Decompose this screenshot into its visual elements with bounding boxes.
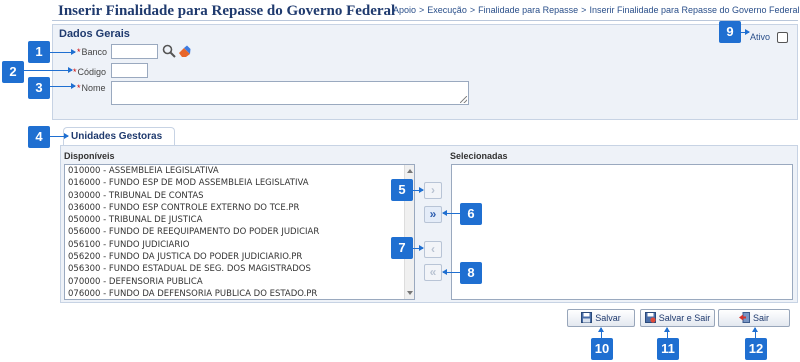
callout-marker-9: 9	[719, 21, 741, 43]
exit-door-icon	[738, 312, 750, 323]
breadcrumb-separator: >	[581, 5, 587, 15]
eraser-icon[interactable]	[178, 45, 191, 58]
scroll-up-icon[interactable]	[407, 169, 413, 173]
list-item[interactable]: 056100 - FUNDO JUDICIARIO	[65, 239, 414, 251]
list-item[interactable]: 030000 - TRIBUNAL DE CONTAS	[65, 190, 414, 202]
callout-marker-1: 1	[28, 41, 50, 63]
list-item[interactable]: 010000 - ASSEMBLEIA LEGISLATIVA	[65, 165, 414, 177]
disponiveis-header: Disponíveis	[64, 151, 115, 161]
selecionadas-header: Selecionadas	[450, 151, 508, 161]
breadcrumb-separator: >	[419, 5, 425, 15]
dados-gerais-panel: Dados Gerais *Banco *Código *Nome Ativo	[52, 24, 798, 120]
disponiveis-items: 010000 - ASSEMBLEIA LEGISLATIVA 016000 - …	[65, 165, 414, 299]
resize-grip-icon[interactable]	[460, 96, 467, 103]
list-item[interactable]: 070000 - DEFENSORIA PUBLICA	[65, 276, 414, 288]
add-all-button[interactable]: »	[424, 206, 442, 223]
banco-input[interactable]	[111, 44, 158, 59]
salvar-button[interactable]: Salvar	[567, 309, 635, 327]
callout-arrow-10	[598, 327, 604, 338]
ativo-checkbox[interactable]	[777, 32, 788, 43]
breadcrumb-separator: >	[469, 5, 476, 15]
callout-marker-3: 3	[28, 77, 50, 99]
callout-arrow-2	[24, 67, 73, 73]
banco-label: *Banco	[77, 47, 108, 57]
remove-one-button[interactable]: ‹	[424, 241, 442, 258]
breadcrumb-current: Inserir Finalidade para Repasse do Gover…	[589, 5, 800, 15]
breadcrumb-finalidade[interactable]: Finalidade para Repasse	[478, 5, 578, 15]
ativo-label: Ativo	[750, 32, 771, 42]
list-item[interactable]: 050000 - TRIBUNAL DE JUSTICA	[65, 214, 414, 226]
list-item[interactable]: 016000 - FUNDO ESP DE MOD ASSEMBLEIA LEG…	[65, 177, 414, 189]
codigo-input[interactable]	[111, 63, 148, 78]
floppy-disk-icon	[581, 312, 593, 323]
callout-marker-5: 5	[391, 179, 413, 201]
disponiveis-listbox[interactable]: 010000 - ASSEMBLEIA LEGISLATIVA 016000 - …	[64, 164, 415, 300]
unidades-gestoras-panel: Disponíveis Selecionadas 010000 - ASSEMB…	[60, 145, 798, 303]
selecionadas-listbox[interactable]	[451, 164, 793, 300]
callout-arrow-4	[50, 133, 69, 139]
callout-marker-6: 6	[460, 203, 482, 225]
page-title: Inserir Finalidade para Repasse do Gover…	[58, 3, 396, 19]
salvar-e-sair-button[interactable]: Salvar e Sair	[640, 309, 715, 327]
breadcrumb: Apoio > Execução > Finalidade para Repasse > I…	[393, 5, 800, 15]
list-item[interactable]: 056000 - FUNDO DE REEQUIPAMENTO DO PODER…	[65, 226, 414, 238]
list-item[interactable]: 036000 - FUNDO ESP CONTROLE EXTERNO DO T…	[65, 202, 414, 214]
list-item[interactable]: 056200 - FUNDO DA JUSTICA DO PODER JUDIC…	[65, 251, 414, 263]
callout-marker-2: 2	[2, 61, 24, 83]
callout-arrow-7	[413, 245, 424, 251]
callout-arrow-9	[741, 29, 750, 35]
title-divider	[52, 20, 798, 21]
callout-marker-8: 8	[460, 262, 482, 284]
callout-arrow-6	[442, 210, 460, 216]
breadcrumb-execucao[interactable]: Execução	[427, 5, 467, 15]
callout-arrow-1	[50, 49, 76, 55]
sair-button[interactable]: Sair	[718, 309, 790, 327]
list-item[interactable]: 076000 - FUNDO DA DEFENSORIA PUBLICA DO …	[65, 288, 414, 299]
callout-marker-10: 10	[591, 338, 613, 360]
save-exit-icon	[644, 312, 656, 323]
add-one-button[interactable]: ›	[424, 182, 442, 199]
callout-marker-11: 11	[657, 338, 679, 360]
callout-marker-7: 7	[391, 237, 413, 259]
codigo-label: *Código	[73, 67, 107, 77]
remove-all-button[interactable]: «	[424, 264, 442, 281]
callout-arrow-3	[50, 83, 76, 89]
list-item[interactable]: 056300 - FUNDO ESTADUAL DE SEG. DOS MAGI…	[65, 263, 414, 275]
scroll-down-icon[interactable]	[407, 291, 413, 295]
nome-textarea[interactable]	[111, 81, 469, 105]
nome-label: *Nome	[77, 83, 106, 93]
callout-marker-4: 4	[28, 126, 50, 148]
callout-arrow-8	[442, 269, 460, 275]
callout-arrow-5	[413, 187, 424, 193]
breadcrumb-apoio[interactable]: Apoio	[393, 5, 416, 15]
callout-marker-12: 12	[745, 338, 767, 360]
dados-gerais-title: Dados Gerais	[59, 28, 130, 40]
tab-unidades-gestoras[interactable]: Unidades Gestoras	[63, 127, 175, 145]
search-icon[interactable]	[162, 44, 176, 58]
callout-arrow-12	[752, 327, 758, 338]
callout-arrow-11	[664, 327, 670, 338]
